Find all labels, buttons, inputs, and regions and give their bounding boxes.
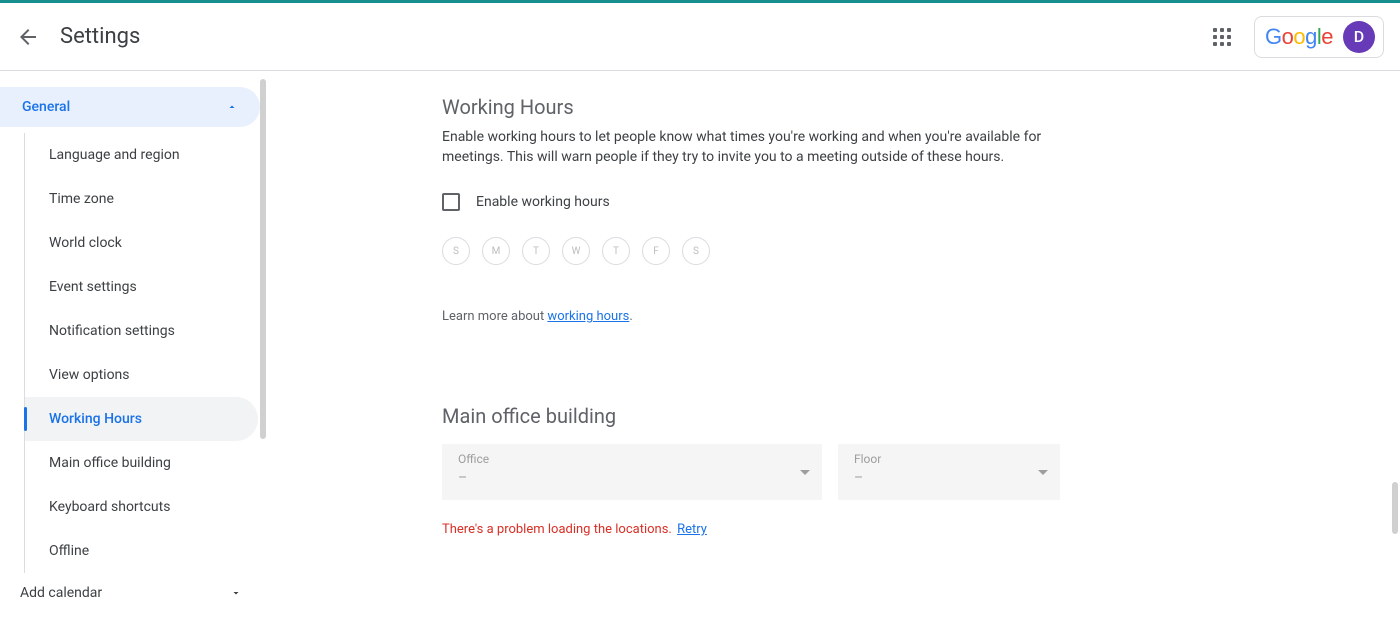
main-panel: Working Hours Enable working hours to le…: [264, 71, 1400, 616]
floor-dropdown-value: –: [854, 470, 1048, 486]
sidebar-item-offline[interactable]: Offline: [25, 529, 258, 573]
sidebar-item-label: Offline: [49, 543, 89, 559]
day-toggle-sun: S: [442, 237, 470, 265]
arrow-left-icon: [16, 25, 40, 49]
chevron-up-icon: [224, 99, 240, 115]
weekday-row: S M T W T F S: [442, 237, 1368, 265]
location-error-message: There's a problem loading the locations.: [442, 522, 672, 537]
dropdown-caret-icon: [800, 470, 810, 475]
section-title-working-hours: Working Hours: [442, 95, 1368, 119]
sidebar-item-label: World clock: [49, 235, 122, 251]
dropdown-caret-icon: [1038, 470, 1048, 475]
sidebar-group-general[interactable]: General: [0, 87, 260, 127]
google-logo: Google: [1265, 24, 1333, 50]
sidebar-item-working-hours[interactable]: Working Hours: [25, 397, 258, 441]
office-dropdown-label: Office: [458, 452, 810, 466]
learn-prefix: Learn more about: [442, 309, 547, 324]
day-toggle-wed: W: [562, 237, 590, 265]
enable-working-hours-label: Enable working hours: [476, 194, 610, 210]
day-toggle-fri: F: [642, 237, 670, 265]
sidebar-nav-list: Language and region Time zone World cloc…: [24, 133, 264, 573]
main-scrollbar[interactable]: [1392, 482, 1398, 534]
office-dropdown[interactable]: Office –: [442, 444, 822, 500]
office-dropdown-value: –: [458, 470, 810, 486]
sidebar-item-main-office-building[interactable]: Main office building: [25, 441, 258, 485]
section-title-main-office: Main office building: [442, 404, 1368, 428]
sidebar-item-world-clock[interactable]: World clock: [25, 221, 258, 265]
avatar[interactable]: D: [1343, 21, 1375, 53]
header-right: Google D: [1202, 16, 1384, 58]
page-header: Settings Google D: [0, 3, 1400, 71]
floor-dropdown-label: Floor: [854, 452, 1048, 466]
day-toggle-mon: M: [482, 237, 510, 265]
sidebar-item-notification-settings[interactable]: Notification settings: [25, 309, 258, 353]
sidebar-item-label: Notification settings: [49, 323, 175, 339]
google-apps-button[interactable]: [1202, 17, 1242, 57]
sidebar-item-label: Keyboard shortcuts: [49, 499, 170, 515]
location-error-row: There's a problem loading the locations.…: [442, 522, 1368, 537]
sidebar-item-label: View options: [49, 367, 130, 383]
office-row: Office – Floor –: [442, 444, 1368, 500]
day-toggle-sat: S: [682, 237, 710, 265]
sidebar-item-label: Language and region: [49, 147, 180, 163]
floor-dropdown[interactable]: Floor –: [838, 444, 1060, 500]
retry-link[interactable]: Retry: [677, 522, 707, 537]
enable-working-hours-row: Enable working hours: [442, 193, 1368, 211]
sidebar-item-keyboard-shortcuts[interactable]: Keyboard shortcuts: [25, 485, 258, 529]
learn-period: .: [629, 309, 632, 324]
day-toggle-thu: T: [602, 237, 630, 265]
sidebar-item-label: Event settings: [49, 279, 137, 295]
sidebar-item-label: Working Hours: [49, 411, 142, 427]
working-hours-link[interactable]: working hours: [547, 309, 629, 324]
sidebar-group-label: General: [22, 99, 70, 115]
sidebar-item-language-and-region[interactable]: Language and region: [25, 133, 258, 177]
sidebar-item-event-settings[interactable]: Event settings: [25, 265, 258, 309]
day-toggle-tue: T: [522, 237, 550, 265]
chevron-down-icon: [228, 585, 244, 601]
learn-more-text: Learn more about working hours.: [442, 309, 1368, 324]
sidebar-item-label: Time zone: [49, 191, 114, 207]
sidebar-group-add-calendar[interactable]: Add calendar: [0, 573, 264, 601]
sidebar-item-label: Main office building: [49, 455, 171, 471]
enable-working-hours-checkbox[interactable]: [442, 193, 460, 211]
sidebar-item-view-options[interactable]: View options: [25, 353, 258, 397]
working-hours-description: Enable working hours to let people know …: [442, 127, 1102, 167]
account-card[interactable]: Google D: [1254, 16, 1384, 58]
apps-grid-icon: [1213, 28, 1231, 46]
content-area: General Language and region Time zone Wo…: [0, 71, 1400, 616]
sidebar: General Language and region Time zone Wo…: [0, 71, 264, 616]
page-title: Settings: [60, 24, 140, 49]
sidebar-item-time-zone[interactable]: Time zone: [25, 177, 258, 221]
back-button[interactable]: [16, 25, 40, 49]
header-left: Settings: [16, 24, 140, 49]
add-calendar-label: Add calendar: [20, 585, 102, 601]
